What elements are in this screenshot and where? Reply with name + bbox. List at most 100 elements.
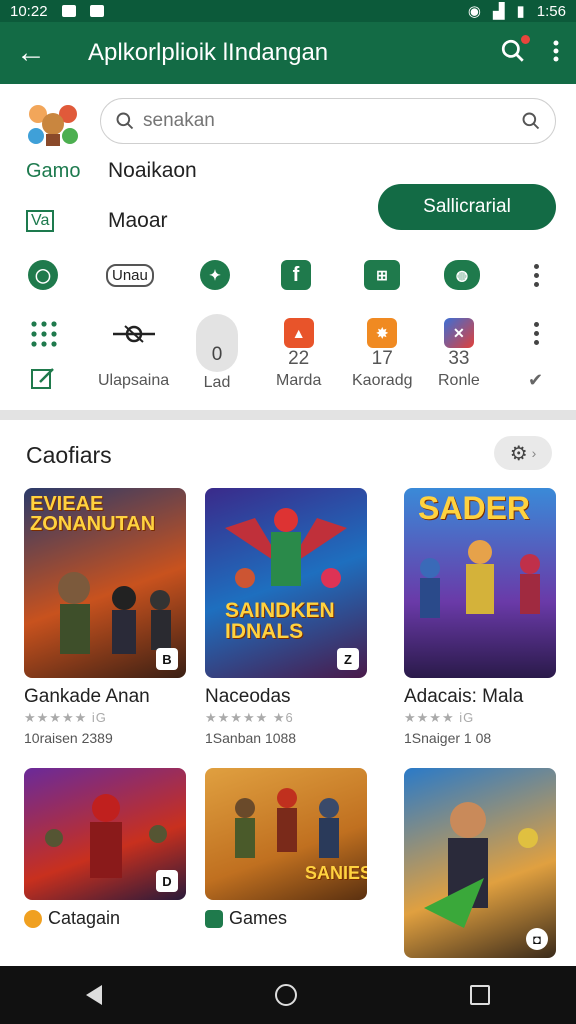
game-thumbnail[interactable]: SANIES [205,768,367,900]
game-card[interactable]: D Catagain [24,768,186,929]
rating-stars: ★★★★★ iG [24,710,107,725]
nav-recents-icon[interactable] [469,985,490,1005]
row-label-va: Va [26,210,55,232]
shortcut-facebook[interactable]: f [281,260,311,290]
page-title: Aplkorlplioik lIndangan [88,39,329,66]
category-count: 33 [448,348,470,369]
game-card[interactable]: SANIES Games [205,768,367,929]
app-star-icon: ✸ [367,318,398,348]
shortcut-circle[interactable]: ◯ [28,260,58,290]
shortcut-unau[interactable]: Unau [106,264,154,287]
category-lad[interactable]: 0 Lad [196,314,238,392]
status-right-time: 1:56 [536,2,566,20]
category-icon [205,909,223,928]
search-button[interactable] [500,34,530,69]
category-label: Marda [276,372,322,389]
shortcut-network[interactable]: ⊞ [364,260,400,290]
rating-stars: ★★★★ iG [404,710,475,725]
app-multicolor-icon: ✕ [443,318,474,348]
rating-stars: ★★★★★ ★6 [205,710,294,725]
category-name: Catagain [48,908,121,928]
game-title-art: SAINDKEN IDNALS [225,599,335,643]
check-icon[interactable]: ✔ [528,370,543,391]
network-icon: ⊞ [364,260,400,290]
grid-icon [31,321,57,347]
notification-dot [521,34,530,44]
game-artwork [420,540,540,618]
signal-icon: ▟ [492,3,505,20]
status-bar: 10:22 ◉ ▟ ▮ 1:56 [0,0,576,22]
nav-home-icon[interactable] [274,984,297,1006]
row-label-game: Gamo [26,160,81,182]
game-title-art: SANIES [305,863,367,883]
platform-badge-icon: ◘ [526,928,548,950]
facebook-icon: f [281,260,311,290]
overflow-menu-icon[interactable] [552,39,560,68]
chevron-right-icon: › [531,445,537,461]
primary-action-button[interactable]: Sallicrarial [378,184,556,230]
row-text-2: Maoar [108,209,168,232]
game-card[interactable]: ◘ [404,768,556,958]
game-card[interactable]: SADER Adacais: Mala ★★★★ iG 1Snaiger 1 0… [404,488,556,746]
game-thumbnail[interactable]: EVIEAE ZONANUTAN B [24,488,186,678]
more-icon[interactable] [534,322,540,345]
section-divider [0,410,576,420]
mail-icon [61,5,76,17]
category-icon [24,909,42,928]
game-thumbnail[interactable]: D [24,768,186,900]
back-arrow-icon[interactable]: ← [16,36,56,70]
wifi-icon: ◉ [467,3,481,20]
game-meta: 1Snaiger 1 08 [404,730,492,746]
shortcut-puzzle[interactable]: ✦ [200,260,230,290]
game-name: Gankade Anan [24,686,150,707]
game-card[interactable]: EVIEAE ZONANUTAN B Gankade Anan ★★★★★ iG… [24,488,186,746]
search-submit-icon[interactable] [521,111,541,131]
category-ronle[interactable]: ✕ 33 Ronle [438,318,480,390]
battery-icon: ▮ [516,3,525,20]
game-card[interactable]: SAINDKEN IDNALS Z Naceodas ★★★★★ ★6 1San… [205,488,367,746]
app-bar: ← Aplkorlplioik lIndangan [0,22,576,84]
unao-pill-icon: Unau [106,264,154,287]
platform-badge-icon: D [156,870,178,892]
section-title: Caofiars [26,442,112,468]
grid-shortcut[interactable] [30,320,58,348]
category-ulapsaina[interactable]: Ulapsaina [98,320,169,390]
category-kaoradg[interactable]: ✸ 17 Kaoradg [352,318,413,390]
game-thumbnail[interactable]: SADER [404,488,556,678]
game-meta: 10raisen 2389 [24,730,113,746]
system-nav-bar [0,966,576,1024]
platform-badge-icon: Z [337,648,359,670]
featured-section: Caofiars ⚙ › EVIEAE ZONANUTAN B Gankade … [0,420,576,966]
row-text-1: Noaikaon [108,159,197,182]
category-count: 22 [288,348,310,369]
search-icon [116,112,134,130]
platform-badge-icon: B [156,648,178,670]
nav-back-icon[interactable] [86,985,103,1005]
puzzle-icon: ✦ [200,260,230,290]
category-label: Ronle [438,372,480,389]
game-name: Adacais: Mala [404,686,524,707]
edit-shortcut[interactable] [30,366,56,390]
gear-icon: ⚙ [509,442,528,465]
category-marda[interactable]: ▲ 22 Marda [276,318,321,390]
category-name: Games [229,908,288,928]
green-circle-icon: ◯ [28,260,58,290]
shortcut-chat[interactable]: ◍ [444,260,480,290]
more-icon[interactable] [534,264,540,287]
status-time: 10:22 [10,2,48,20]
avatar[interactable] [24,98,82,148]
connector-icon [112,325,155,343]
game-name: Naceodas [205,686,291,707]
category-label: Ulapsaina [98,372,170,389]
chat-icon: ◍ [444,260,480,290]
notification-icon [89,5,104,17]
category-count: 17 [371,348,393,369]
game-thumbnail[interactable]: ◘ [404,768,556,958]
search-field[interactable] [100,98,556,144]
app-orange-icon: ▲ [283,318,314,348]
category-label: Lad [203,374,231,391]
search-input[interactable] [143,110,521,132]
count-badge: 0 [196,314,238,372]
settings-button[interactable]: ⚙ › [494,436,552,470]
game-thumbnail[interactable]: SAINDKEN IDNALS Z [205,488,367,678]
